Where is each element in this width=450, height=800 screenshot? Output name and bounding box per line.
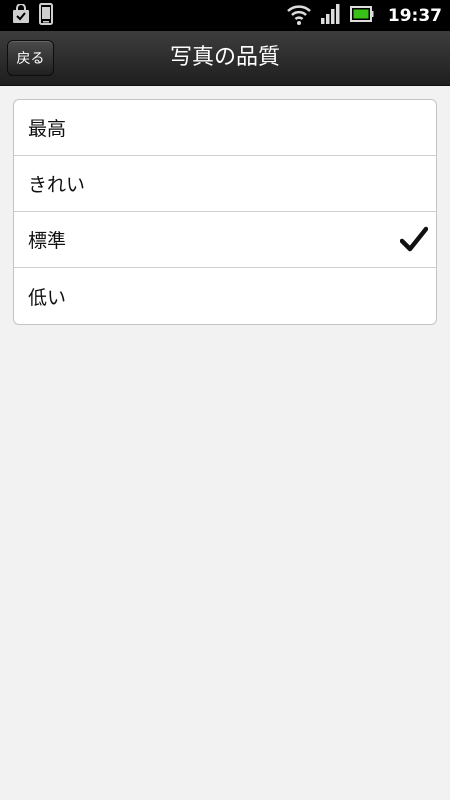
screen: 19:37 戻る 写真の品質 最高 きれい 標準 低い [0, 0, 450, 800]
status-clock: 19:37 [387, 5, 442, 26]
page-title: 写真の品質 [169, 45, 280, 70]
back-button[interactable]: 戻る [7, 40, 54, 76]
option-item-fine[interactable]: きれい [14, 156, 436, 212]
option-item-best[interactable]: 最高 [14, 100, 436, 156]
wifi-icon [286, 2, 312, 30]
title-bar: 戻る 写真の品質 [0, 31, 450, 86]
shopping-bag-icon [12, 2, 30, 28]
option-label: 低い [28, 286, 67, 309]
option-item-low[interactable]: 低い [14, 268, 436, 324]
quality-option-list: 最高 きれい 標準 低い [13, 99, 437, 325]
option-label: きれい [28, 174, 86, 196]
signal-icon [320, 3, 342, 29]
checkmark-icon [399, 226, 429, 254]
option-label: 標準 [28, 230, 67, 252]
status-bar: 19:37 [0, 0, 450, 31]
option-label: 最高 [28, 118, 67, 140]
battery-icon [349, 5, 374, 27]
phone-icon [39, 2, 53, 29]
option-item-standard[interactable]: 標準 [14, 212, 436, 268]
